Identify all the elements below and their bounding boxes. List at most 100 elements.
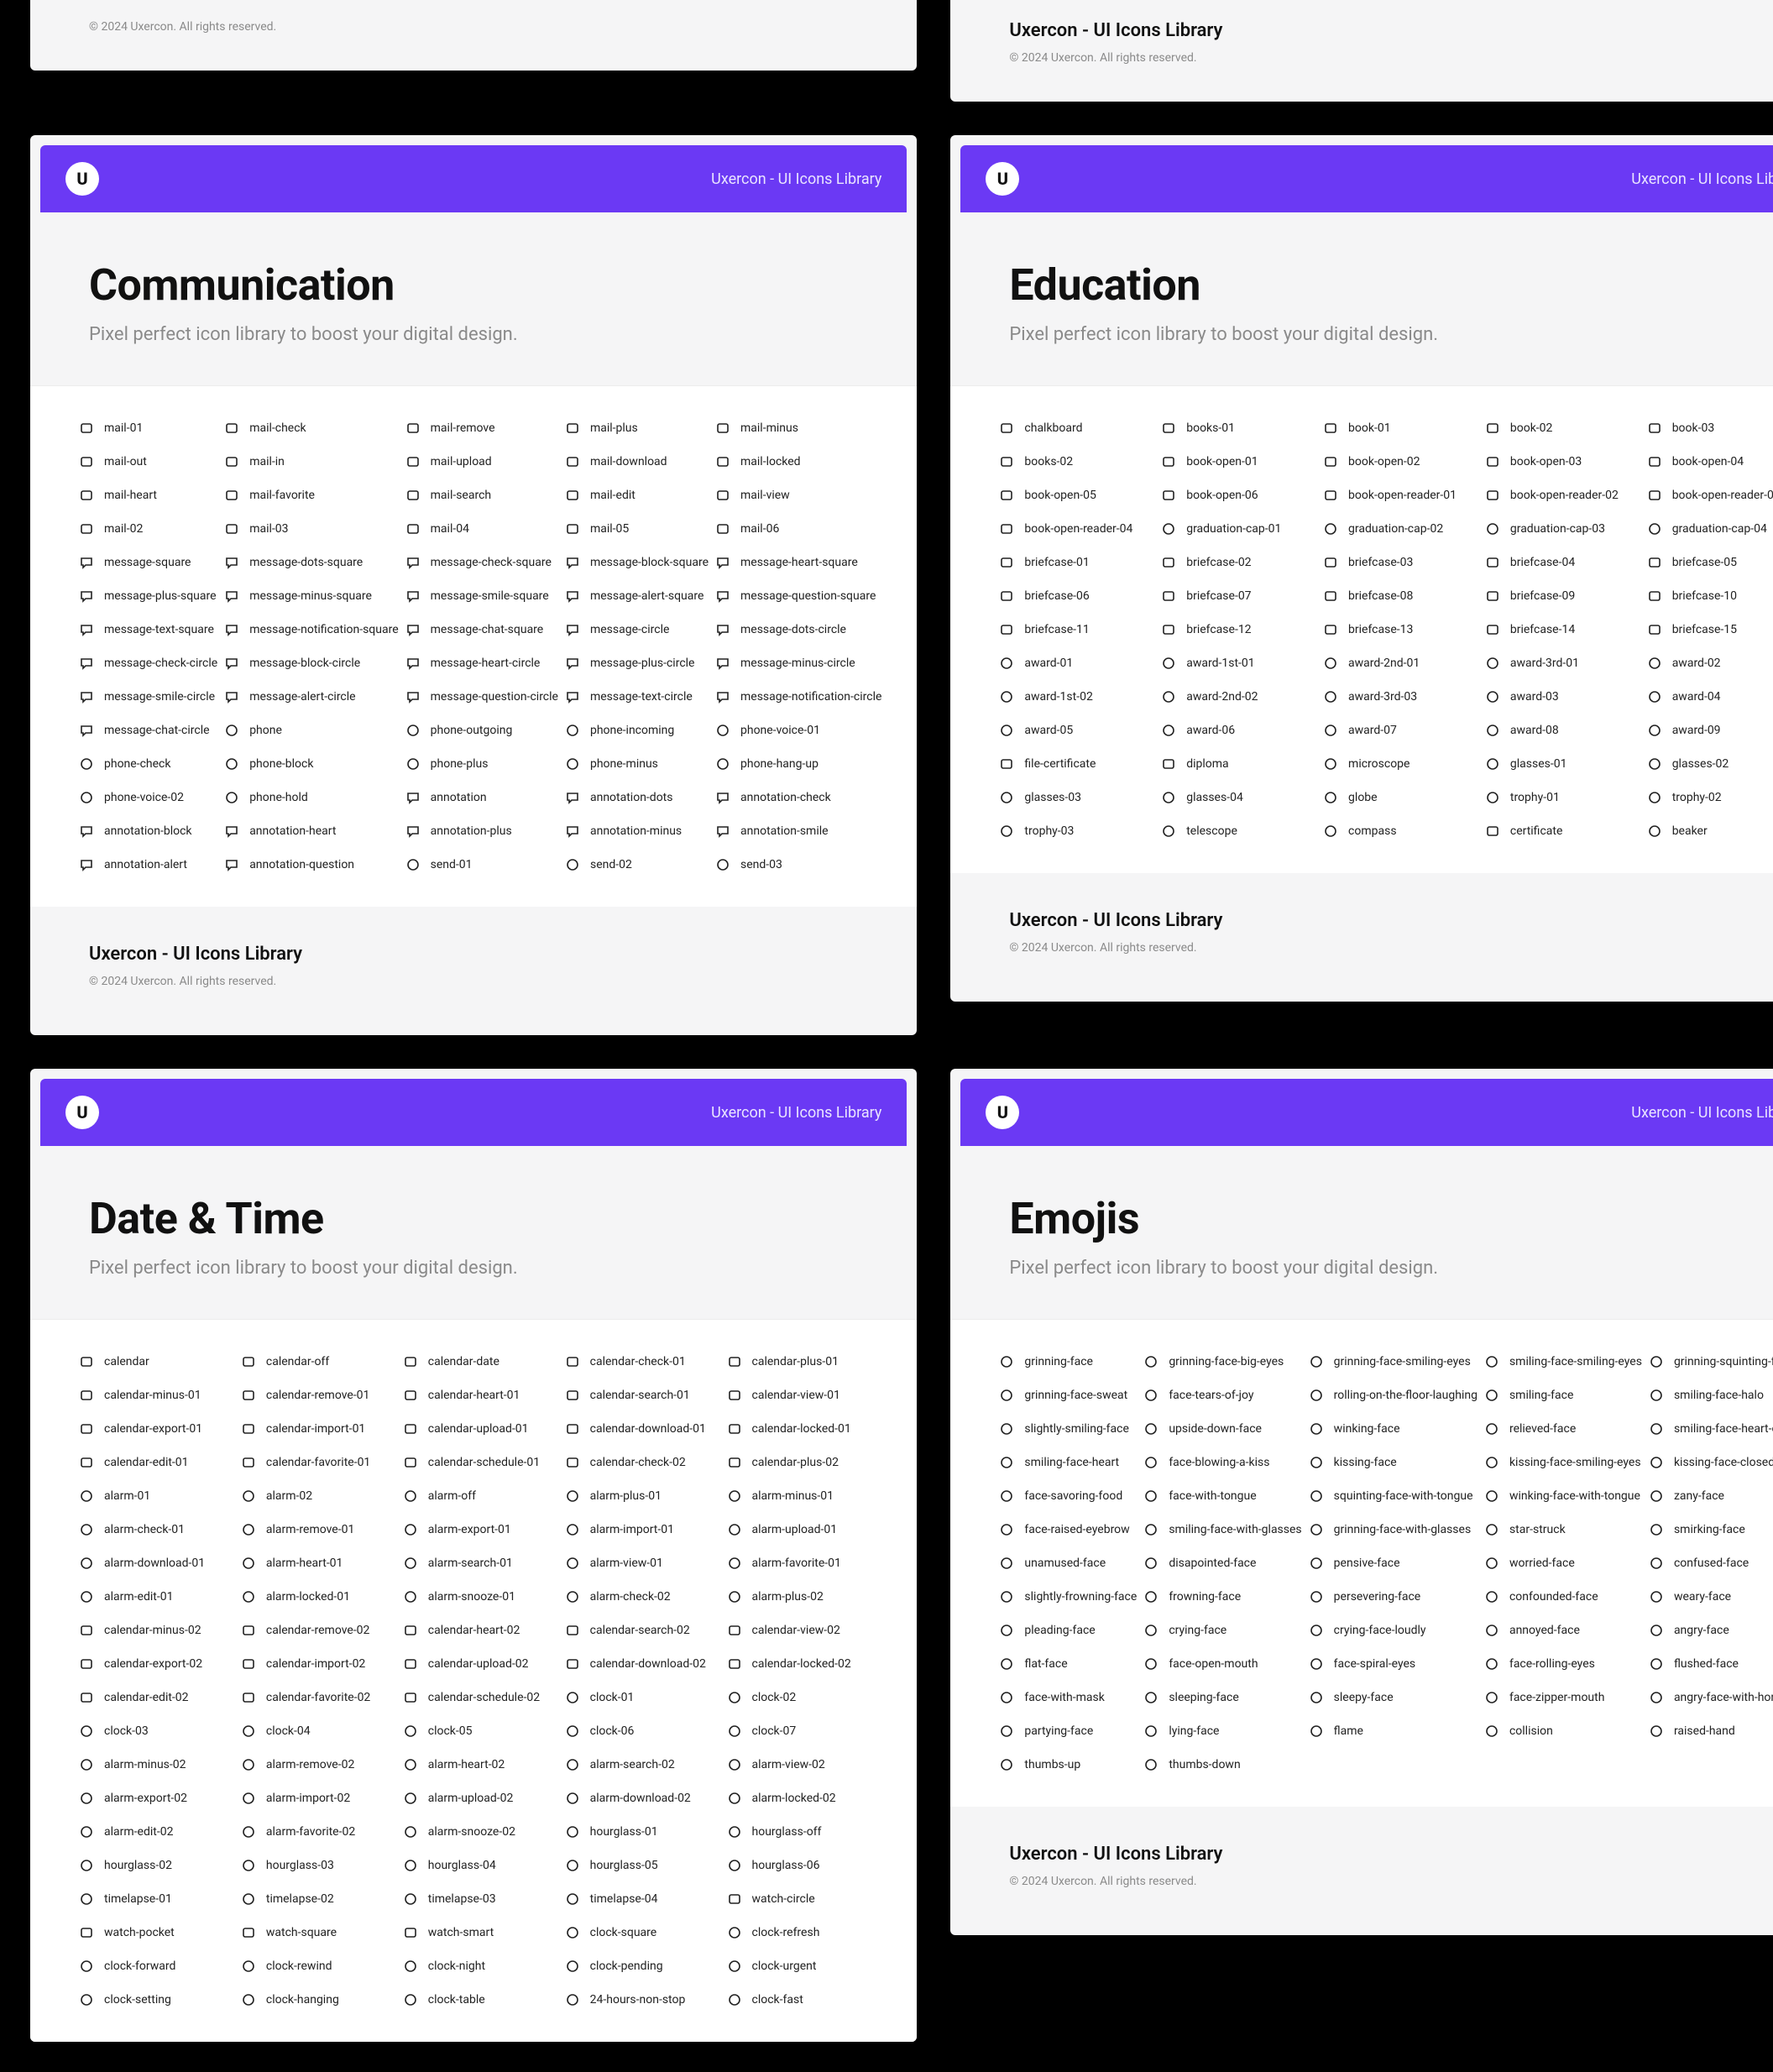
icon-item-book-open-reader-01[interactable]: book-open-reader-01 bbox=[1323, 479, 1478, 512]
icon-item-phone[interactable]: phone bbox=[224, 714, 398, 747]
icon-item-smiling-face-heart-eyes[interactable]: smiling-face-heart-eyes bbox=[1649, 1412, 1773, 1446]
icon-item-timelapse-04[interactable]: timelapse-04 bbox=[565, 1882, 720, 1916]
icon-item-alarm-favorite-02[interactable]: alarm-favorite-02 bbox=[241, 1815, 396, 1849]
icon-item-watch-circle[interactable]: watch-circle bbox=[727, 1882, 882, 1916]
icon-item-briefcase-05[interactable]: briefcase-05 bbox=[1647, 546, 1773, 579]
icon-item-beaker[interactable]: beaker bbox=[1647, 814, 1773, 848]
icon-item-send-02[interactable]: send-02 bbox=[565, 848, 709, 882]
icon-item-award-08[interactable]: award-08 bbox=[1485, 714, 1640, 747]
icon-item-message-text-circle[interactable]: message-text-circle bbox=[565, 680, 709, 714]
icon-item-alarm-02[interactable]: alarm-02 bbox=[241, 1479, 396, 1513]
icon-item-glasses-04[interactable]: glasses-04 bbox=[1161, 781, 1316, 814]
icon-item-clock-04[interactable]: clock-04 bbox=[241, 1714, 396, 1748]
icon-item-face-blowing-a-kiss[interactable]: face-blowing-a-kiss bbox=[1143, 1446, 1301, 1479]
icon-item-grinning-face-with-glasses[interactable]: grinning-face-with-glasses bbox=[1309, 1513, 1478, 1546]
icon-item-book-open-reader-04[interactable]: book-open-reader-04 bbox=[999, 512, 1154, 546]
icon-item-graduation-cap-04[interactable]: graduation-cap-04 bbox=[1647, 512, 1773, 546]
icon-item-calendar-check-02[interactable]: calendar-check-02 bbox=[565, 1446, 720, 1479]
icon-item-graduation-cap-03[interactable]: graduation-cap-03 bbox=[1485, 512, 1640, 546]
icon-item-alarm-minus-01[interactable]: alarm-minus-01 bbox=[727, 1479, 882, 1513]
icon-item-annotation-alert[interactable]: annotation-alert bbox=[79, 848, 217, 882]
icon-item-grinning-face[interactable]: grinning-face bbox=[999, 1345, 1137, 1379]
icon-item-alarm-plus-01[interactable]: alarm-plus-01 bbox=[565, 1479, 720, 1513]
icon-item-calendar-locked-02[interactable]: calendar-locked-02 bbox=[727, 1647, 882, 1681]
icon-item-graduation-cap-02[interactable]: graduation-cap-02 bbox=[1323, 512, 1478, 546]
icon-item-grinning-face-sweat[interactable]: grinning-face-sweat bbox=[999, 1379, 1137, 1412]
icon-item-angry-face[interactable]: angry-face bbox=[1649, 1614, 1773, 1647]
icon-item-book-open-05[interactable]: book-open-05 bbox=[999, 479, 1154, 512]
icon-item-book-03[interactable]: book-03 bbox=[1647, 411, 1773, 445]
icon-item-timelapse-03[interactable]: timelapse-03 bbox=[403, 1882, 558, 1916]
icon-item-calendar-schedule-01[interactable]: calendar-schedule-01 bbox=[403, 1446, 558, 1479]
icon-item-mail-in[interactable]: mail-in bbox=[224, 445, 398, 479]
icon-item-angry-face-with-horn[interactable]: angry-face-with-horn bbox=[1649, 1681, 1773, 1714]
icon-item-calendar-schedule-02[interactable]: calendar-schedule-02 bbox=[403, 1681, 558, 1714]
icon-item-award-07[interactable]: award-07 bbox=[1323, 714, 1478, 747]
icon-item-calendar-view-01[interactable]: calendar-view-01 bbox=[727, 1379, 882, 1412]
icon-item-hourglass-off[interactable]: hourglass-off bbox=[727, 1815, 882, 1849]
icon-item-collision[interactable]: collision bbox=[1484, 1714, 1642, 1748]
icon-item-calendar-view-02[interactable]: calendar-view-02 bbox=[727, 1614, 882, 1647]
icon-item-mail-05[interactable]: mail-05 bbox=[565, 512, 709, 546]
icon-item-hourglass-06[interactable]: hourglass-06 bbox=[727, 1849, 882, 1882]
icon-item-persevering-face[interactable]: persevering-face bbox=[1309, 1580, 1478, 1614]
icon-item-clock-01[interactable]: clock-01 bbox=[565, 1681, 720, 1714]
icon-item-chalkboard[interactable]: chalkboard bbox=[999, 411, 1154, 445]
icon-item-message-heart-square[interactable]: message-heart-square bbox=[715, 546, 881, 579]
icon-item-microscope[interactable]: microscope bbox=[1323, 747, 1478, 781]
icon-item-send-01[interactable]: send-01 bbox=[405, 848, 558, 882]
icon-item-message-check-square[interactable]: message-check-square bbox=[405, 546, 558, 579]
icon-item-rolling-on-the-floor-laughing[interactable]: rolling-on-the-floor-laughing bbox=[1309, 1379, 1478, 1412]
icon-item-phone-hang-up[interactable]: phone-hang-up bbox=[715, 747, 881, 781]
icon-item-watch-pocket[interactable]: watch-pocket bbox=[79, 1916, 234, 1949]
icon-item-grinning-squinting-face[interactable]: grinning-squinting-face bbox=[1649, 1345, 1773, 1379]
icon-item-face-zipper-mouth[interactable]: face-zipper-mouth bbox=[1484, 1681, 1642, 1714]
icon-item-book-open-01[interactable]: book-open-01 bbox=[1161, 445, 1316, 479]
icon-item-mail-02[interactable]: mail-02 bbox=[79, 512, 217, 546]
icon-item-briefcase-09[interactable]: briefcase-09 bbox=[1485, 579, 1640, 613]
icon-item-alarm-import-02[interactable]: alarm-import-02 bbox=[241, 1782, 396, 1815]
icon-item-hourglass-01[interactable]: hourglass-01 bbox=[565, 1815, 720, 1849]
icon-item-annotation-block[interactable]: annotation-block bbox=[79, 814, 217, 848]
icon-item-briefcase-03[interactable]: briefcase-03 bbox=[1323, 546, 1478, 579]
icon-item-briefcase-06[interactable]: briefcase-06 bbox=[999, 579, 1154, 613]
icon-item-kissing-face-smiling-eyes[interactable]: kissing-face-smiling-eyes bbox=[1484, 1446, 1642, 1479]
icon-item-confused-face[interactable]: confused-face bbox=[1649, 1546, 1773, 1580]
icon-item-clock-06[interactable]: clock-06 bbox=[565, 1714, 720, 1748]
icon-item-annoyed-face[interactable]: annoyed-face bbox=[1484, 1614, 1642, 1647]
icon-item-smiling-face-with-glasses[interactable]: smiling-face-with-glasses bbox=[1143, 1513, 1301, 1546]
icon-item-message-smile-square[interactable]: message-smile-square bbox=[405, 579, 558, 613]
icon-item-globe[interactable]: globe bbox=[1323, 781, 1478, 814]
icon-item-face-with-mask[interactable]: face-with-mask bbox=[999, 1681, 1137, 1714]
icon-item-phone-outgoing[interactable]: phone-outgoing bbox=[405, 714, 558, 747]
icon-item-alarm-locked-01[interactable]: alarm-locked-01 bbox=[241, 1580, 396, 1614]
icon-item-book-open-04[interactable]: book-open-04 bbox=[1647, 445, 1773, 479]
icon-item-confounded-face[interactable]: confounded-face bbox=[1484, 1580, 1642, 1614]
icon-item-calendar-export-02[interactable]: calendar-export-02 bbox=[79, 1647, 234, 1681]
icon-item-book-open-06[interactable]: book-open-06 bbox=[1161, 479, 1316, 512]
icon-item-annotation-heart[interactable]: annotation-heart bbox=[224, 814, 398, 848]
icon-item-alarm-view-01[interactable]: alarm-view-01 bbox=[565, 1546, 720, 1580]
icon-item-briefcase-07[interactable]: briefcase-07 bbox=[1161, 579, 1316, 613]
icon-item-calendar-edit-02[interactable]: calendar-edit-02 bbox=[79, 1681, 234, 1714]
icon-item-hourglass-05[interactable]: hourglass-05 bbox=[565, 1849, 720, 1882]
icon-item-message-alert-circle[interactable]: message-alert-circle bbox=[224, 680, 398, 714]
icon-item-clock-refresh[interactable]: clock-refresh bbox=[727, 1916, 882, 1949]
icon-item-alarm-locked-02[interactable]: alarm-locked-02 bbox=[727, 1782, 882, 1815]
icon-item-briefcase-12[interactable]: briefcase-12 bbox=[1161, 613, 1316, 646]
icon-item-calendar-plus-01[interactable]: calendar-plus-01 bbox=[727, 1345, 882, 1379]
icon-item-message-notification-circle[interactable]: message-notification-circle bbox=[715, 680, 881, 714]
icon-item-book-open-02[interactable]: book-open-02 bbox=[1323, 445, 1478, 479]
icon-item-message-chat-circle[interactable]: message-chat-circle bbox=[79, 714, 217, 747]
icon-item-calendar-download-02[interactable]: calendar-download-02 bbox=[565, 1647, 720, 1681]
icon-item-upside-down-face[interactable]: upside-down-face bbox=[1143, 1412, 1301, 1446]
icon-item-alarm-remove-02[interactable]: alarm-remove-02 bbox=[241, 1748, 396, 1782]
icon-item-calendar-plus-02[interactable]: calendar-plus-02 bbox=[727, 1446, 882, 1479]
icon-item-alarm-heart-02[interactable]: alarm-heart-02 bbox=[403, 1748, 558, 1782]
icon-item-message-block-circle[interactable]: message-block-circle bbox=[224, 646, 398, 680]
icon-item-smirking-face[interactable]: smirking-face bbox=[1649, 1513, 1773, 1546]
icon-item-winking-face-with-tongue[interactable]: winking-face-with-tongue bbox=[1484, 1479, 1642, 1513]
icon-item-award-2nd-01[interactable]: award-2nd-01 bbox=[1323, 646, 1478, 680]
icon-item-face-spiral-eyes[interactable]: face-spiral-eyes bbox=[1309, 1647, 1478, 1681]
icon-item-message-dots-circle[interactable]: message-dots-circle bbox=[715, 613, 881, 646]
